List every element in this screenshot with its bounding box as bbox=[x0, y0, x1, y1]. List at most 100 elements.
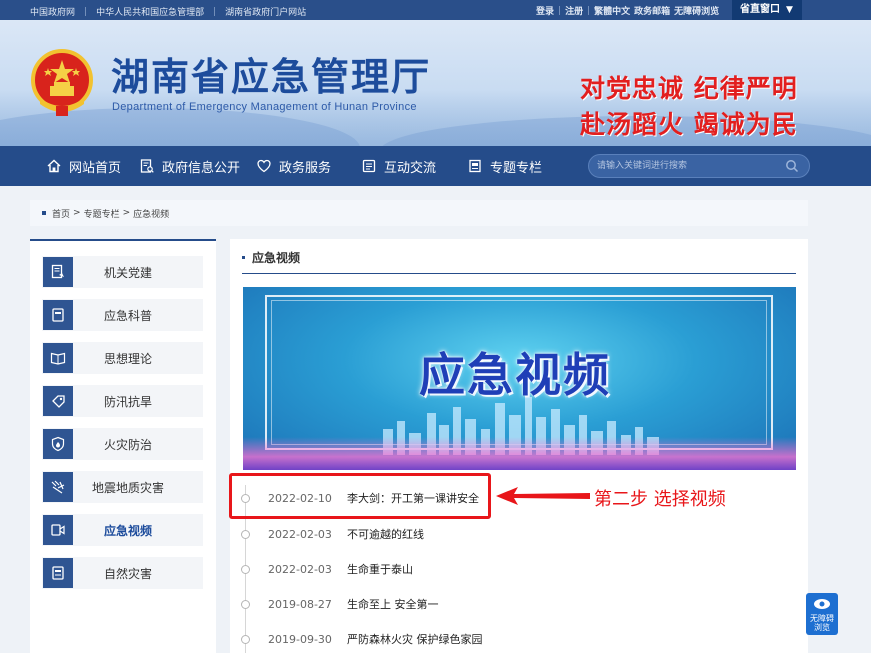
sidebar-item-science[interactable]: 应急科普 bbox=[42, 299, 203, 331]
section-title: 应急视频 bbox=[252, 251, 301, 265]
section-bullet bbox=[242, 256, 245, 259]
list-item[interactable]: 2022-02-03 生命重于泰山 bbox=[238, 554, 798, 584]
nav-item-gov-info[interactable]: 政府信息公开 bbox=[140, 146, 240, 186]
document-search-icon bbox=[140, 159, 154, 173]
timeline-dot bbox=[241, 634, 250, 644]
breadcrumb-separator: > bbox=[122, 208, 131, 218]
timeline-dot bbox=[241, 529, 250, 539]
sidebar-item-theory[interactable]: 思想理论 bbox=[42, 342, 203, 374]
nav-label: 政府信息公开 bbox=[162, 160, 241, 176]
video-icon bbox=[43, 515, 73, 545]
breadcrumb-current: 应急视频 bbox=[133, 209, 170, 220]
breadcrumb-special[interactable]: 专题专栏 bbox=[84, 207, 120, 220]
annotation-arrow-icon bbox=[496, 487, 590, 505]
earthquake-icon bbox=[43, 472, 73, 502]
sidebar-item-label: 火灾防治 bbox=[103, 437, 152, 452]
video-banner: 应急视频 bbox=[243, 287, 796, 470]
eye-icon bbox=[814, 599, 830, 609]
section-divider bbox=[242, 273, 796, 274]
heart-shield-icon bbox=[257, 159, 271, 173]
national-emblem-icon bbox=[31, 49, 93, 116]
search-box bbox=[588, 154, 810, 178]
site-title: 湖南省应急管理厅 bbox=[111, 55, 432, 99]
chat-list-icon bbox=[362, 159, 376, 173]
main-content: 应急视频 应急视频 2022-02-10 李大剑：开工第一课讲安全 2022-0… bbox=[230, 239, 808, 653]
accessibility-label-1: 无障碍 bbox=[810, 614, 834, 623]
sidebar-item-label: 应急视频 bbox=[103, 523, 152, 538]
sidebar-item-label: 机关党建 bbox=[103, 265, 152, 280]
sidebar-item-label: 防汛抗旱 bbox=[103, 394, 152, 409]
breadcrumb-separator: > bbox=[73, 208, 81, 218]
book-icon bbox=[43, 300, 73, 330]
register-link[interactable]: 注册 bbox=[565, 4, 583, 17]
nav-item-services[interactable]: 政务服务 bbox=[257, 146, 331, 186]
note-icon bbox=[43, 558, 73, 588]
divider: | bbox=[558, 5, 562, 16]
nav-label: 互动交流 bbox=[384, 160, 437, 176]
top-bar: 中国政府网 | 中华人民共和国应急管理部 | 湖南省政府门户网站 登录 | 注册… bbox=[0, 0, 871, 20]
sidebar-item-earthquake[interactable]: 地震地质灾害 bbox=[42, 471, 203, 503]
sidebar-item-label: 应急科普 bbox=[103, 308, 152, 323]
site-subtitle: Department of Emergency Management of Hu… bbox=[112, 101, 417, 113]
nav-item-interaction[interactable]: 互动交流 bbox=[362, 146, 436, 186]
slogan-line-1: 对党忠诚 纪律严明 bbox=[580, 74, 798, 103]
banner-title: 应急视频 bbox=[419, 348, 611, 402]
link-mem[interactable]: 中华人民共和国应急管理部 bbox=[96, 5, 204, 18]
nav-item-home[interactable]: 网站首页 bbox=[47, 146, 121, 186]
sidebar-item-label: 地震地质灾害 bbox=[91, 480, 164, 495]
nav-label: 政务服务 bbox=[279, 160, 332, 176]
sidebar-item-fire[interactable]: 火灾防治 bbox=[42, 428, 203, 460]
sidebar-item-natural-disaster[interactable]: 自然灾害 bbox=[42, 557, 203, 589]
sidebar-item-party[interactable]: 机关党建 bbox=[42, 256, 203, 288]
accessibility-link[interactable]: 无障碍浏览 bbox=[674, 4, 719, 17]
section-header: 应急视频 bbox=[242, 249, 300, 266]
list-item-title[interactable]: 生命重于泰山 bbox=[347, 561, 413, 577]
sidebar-item-video[interactable]: 应急视频 bbox=[42, 514, 203, 546]
fire-shield-icon bbox=[43, 429, 73, 459]
timeline-dot bbox=[241, 599, 250, 609]
nav-item-special[interactable]: 专题专栏 bbox=[468, 146, 542, 186]
list-item[interactable]: 2019-08-27 生命至上 安全第一 bbox=[238, 589, 798, 619]
top-links-right: 登录 | 注册 | 繁體中文 政务邮箱 无障碍浏览 bbox=[536, 4, 723, 18]
main-nav: 网站首页 政府信息公开 政务服务 互动交流 专题专栏 bbox=[0, 146, 871, 186]
sidebar-item-label: 思想理论 bbox=[103, 351, 152, 366]
list-item-title[interactable]: 不可逾越的红线 bbox=[347, 526, 424, 542]
search-input[interactable] bbox=[597, 158, 777, 174]
divider: | bbox=[587, 5, 591, 16]
list-item-date: 2019-08-27 bbox=[268, 597, 332, 611]
accessibility-widget[interactable]: 无障碍 浏览 bbox=[806, 593, 838, 635]
region-dropdown[interactable]: 省直窗口 ▼ bbox=[732, 0, 802, 20]
nav-label: 网站首页 bbox=[69, 160, 122, 176]
accessibility-label-2: 浏览 bbox=[814, 623, 830, 632]
breadcrumb-home[interactable]: 首页 bbox=[52, 207, 70, 220]
list-item[interactable]: 2019-09-30 严防森林火灾 保护绿色家园 bbox=[238, 624, 798, 653]
breadcrumb: 首页 > 专题专栏 > 应急视频 bbox=[30, 200, 808, 226]
search-icon[interactable] bbox=[785, 159, 799, 173]
divider: | bbox=[84, 6, 88, 17]
nav-label: 专题专栏 bbox=[490, 160, 543, 176]
list-item-title[interactable]: 严防森林火灾 保护绿色家园 bbox=[347, 631, 483, 647]
list-item-date: 2019-09-30 bbox=[268, 632, 332, 646]
list-item-title[interactable]: 生命至上 安全第一 bbox=[347, 596, 439, 612]
banner-glow bbox=[243, 437, 796, 470]
divider: | bbox=[213, 6, 217, 17]
sidebar-item-label: 自然灾害 bbox=[103, 566, 152, 581]
home-icon bbox=[47, 159, 61, 173]
list-item[interactable]: 2022-02-03 不可逾越的红线 bbox=[238, 519, 798, 549]
list-item-date: 2022-02-03 bbox=[268, 527, 332, 541]
traditional-chinese-link[interactable]: 繁體中文 bbox=[594, 4, 630, 17]
chevron-down-icon: ▼ bbox=[786, 5, 793, 15]
top-links-left: 中国政府网 | 中华人民共和国应急管理部 | 湖南省政府门户网站 bbox=[30, 5, 306, 19]
list-item-date: 2022-02-03 bbox=[268, 562, 332, 576]
login-link[interactable]: 登录 bbox=[536, 4, 554, 17]
timeline-dot bbox=[241, 564, 250, 574]
site-header: 湖南省应急管理厅 Department of Emergency Managem… bbox=[0, 20, 871, 146]
link-hunan-gov[interactable]: 湖南省政府门户网站 bbox=[225, 5, 306, 18]
party-doc-icon bbox=[43, 257, 73, 287]
water-tag-icon bbox=[43, 386, 73, 416]
link-gov-cn[interactable]: 中国政府网 bbox=[30, 5, 75, 18]
region-label: 省直窗口 bbox=[740, 4, 780, 15]
annotation-label: 第二步 选择视频 bbox=[594, 489, 726, 510]
gov-mail-link[interactable]: 政务邮箱 bbox=[634, 4, 670, 17]
sidebar-item-flood[interactable]: 防汛抗旱 bbox=[42, 385, 203, 417]
